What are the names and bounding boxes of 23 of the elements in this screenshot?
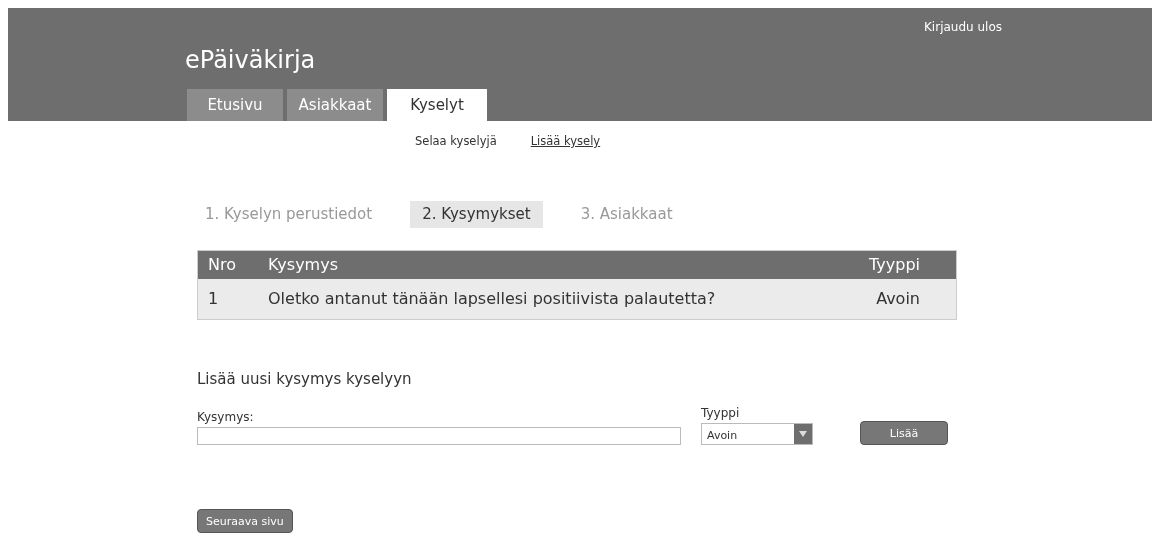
column-header: Tyyppi [835, 250, 957, 279]
add-button[interactable]: Lisää [860, 421, 948, 445]
nav-tab[interactable]: Asiakkaat [287, 89, 383, 121]
field-label: Tyyppi [701, 406, 741, 420]
column-header: Kysymys [258, 250, 836, 279]
subnav-link[interactable]: Lisää kysely [530, 134, 601, 148]
table-cell: Avoin [835, 278, 957, 320]
subnav-link[interactable]: Selaa kyselyjä [415, 134, 497, 148]
column-header: Nro [197, 250, 258, 279]
table-cell: Oletko antanut tänään lapsellesi positiivista palautetta? [258, 278, 836, 320]
step-tab[interactable]: 2. Kysymykset [410, 201, 543, 228]
next-page-button[interactable]: Seuraava sivu [197, 509, 293, 533]
type-dropdown[interactable]: Avoin [701, 423, 813, 445]
step-tab[interactable]: 3. Asiakkaat [572, 201, 681, 228]
step-tab[interactable]: 1. Kyselyn perustiedot [197, 201, 381, 228]
nav-tab[interactable]: Kyselyt [387, 89, 487, 121]
question-field[interactable] [197, 427, 681, 445]
app-title: ePäiväkirja [185, 46, 316, 74]
field-label: Kysymys: [197, 410, 255, 424]
nav-tab[interactable]: Etusivu [187, 89, 283, 121]
logout-link[interactable]: Kirjaudu ulos [924, 20, 1002, 74]
form-heading: Lisää uusi kysymys kyselyyn [197, 370, 413, 388]
table-cell: 1 [197, 278, 258, 320]
